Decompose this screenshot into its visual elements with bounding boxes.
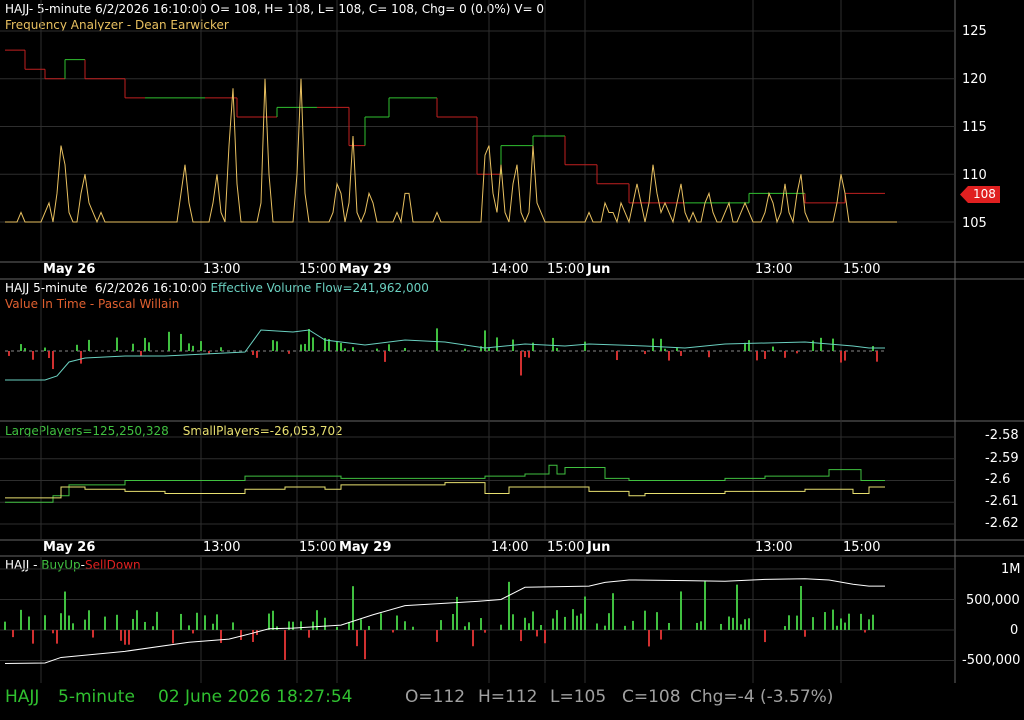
- chart-canvas: [0, 0, 1024, 683]
- status-change: Chg=-4 (-3.57%): [690, 687, 834, 707]
- status-high: H=112: [478, 687, 538, 707]
- status-bar: HAJJ 5-minute 02 June 2026 18:27:54 O=11…: [0, 683, 1024, 720]
- frequency-line: [5, 78, 897, 224]
- status-close: C=108: [622, 687, 681, 707]
- status-open: O=112: [405, 687, 466, 707]
- status-interval: 5-minute: [58, 687, 135, 707]
- status-datetime: 02 June 2026 18:27:54: [158, 687, 353, 707]
- status-low: L=105: [550, 687, 607, 707]
- status-symbol: HAJJ: [5, 687, 40, 707]
